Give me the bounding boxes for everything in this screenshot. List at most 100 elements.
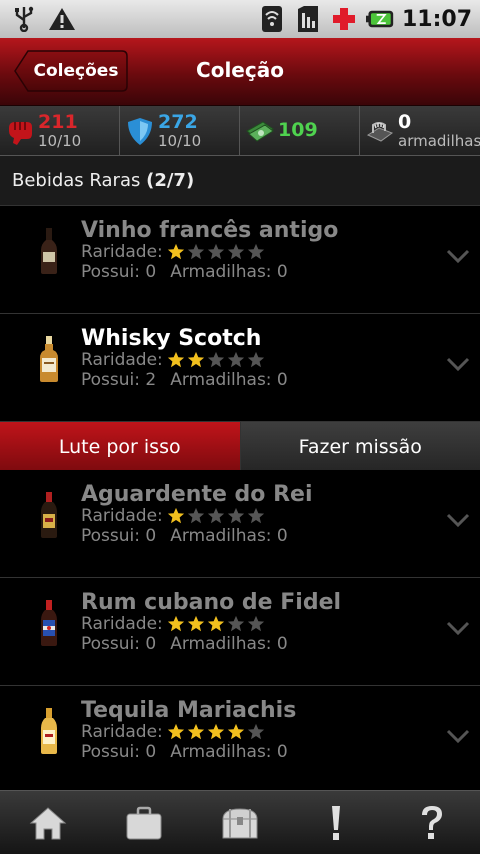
rum-bottle-icon [41, 600, 57, 646]
clock: 11:07 [401, 6, 472, 32]
item-name: Vinho francês antigo [81, 218, 339, 243]
trap-count: Armadilhas: 0 [170, 262, 288, 282]
star-empty-icon [187, 243, 204, 260]
chevron-down-icon[interactable] [446, 728, 470, 744]
star-empty-icon [247, 351, 264, 368]
stat-cash[interactable]: 109 [240, 106, 360, 155]
cash-value: 109 [278, 119, 318, 141]
rarity-stars [167, 723, 265, 741]
collection-label: Bebidas Raras [12, 170, 141, 191]
item-actions: Lute por isso Fazer missão [0, 422, 480, 472]
star-empty-icon [227, 243, 244, 260]
item-rarity: Raridade: [81, 350, 265, 370]
owned-count: Possui: 0 [81, 634, 157, 654]
tequila-bottle-icon [41, 708, 57, 754]
chevron-down-icon[interactable] [446, 248, 470, 264]
header-bar: Coleções Coleção [0, 38, 480, 106]
star-empty-icon [247, 615, 264, 632]
attack-sub: 10/10 [38, 131, 82, 150]
item-name: Whisky Scotch [81, 326, 262, 351]
list-item-rum[interactable]: Rum cubano de Fidel Raridade: Possui: 0 A… [0, 578, 480, 686]
star-empty-icon [207, 243, 224, 260]
owned-count: Possui: 2 [81, 370, 157, 390]
star-filled-icon [207, 615, 224, 632]
list-item-whisky[interactable]: Whisky Scotch Raridade: Possui: 2 Armadil… [0, 314, 480, 422]
exclamation-icon [332, 805, 340, 840]
star-filled-icon [187, 351, 204, 368]
list-item-vinho[interactable]: Vinho francês antigo Raridade: Possui: 0… [0, 206, 480, 314]
nav-help[interactable] [384, 791, 480, 854]
stat-defense[interactable]: 272 10/10 [120, 106, 240, 155]
rarity-stars [167, 507, 265, 525]
wifi-icon [258, 5, 286, 33]
star-empty-icon [227, 615, 244, 632]
home-icon [29, 806, 67, 839]
owned-count: Possui: 0 [81, 742, 157, 762]
battery-icon [365, 5, 394, 33]
nav-home[interactable] [0, 791, 96, 854]
item-rarity: Raridade: [81, 614, 265, 634]
chevron-down-icon[interactable] [446, 620, 470, 636]
mission-button[interactable]: Fazer missão [240, 422, 480, 472]
trap-icon [364, 115, 396, 147]
bottom-nav [0, 790, 480, 854]
owned-count: Possui: 0 [81, 262, 157, 282]
fight-button[interactable]: Lute por isso [0, 422, 241, 472]
list-item-aguardente[interactable]: Aguardente do Rei Raridade: Possui: 0 Arm… [0, 470, 480, 578]
stat-attack[interactable]: 211 10/10 [0, 106, 120, 155]
item-owned: Possui: 2 Armadilhas: 0 [81, 370, 288, 390]
item-owned: Possui: 0 Armadilhas: 0 [81, 526, 288, 546]
chest-icon [222, 807, 258, 838]
usb-icon [10, 5, 38, 33]
traps-sub: armadilhas [398, 131, 480, 150]
rarity-label: Raridade: [81, 506, 163, 526]
owned-count: Possui: 0 [81, 526, 157, 546]
star-filled-icon [187, 615, 204, 632]
star-filled-icon [167, 351, 184, 368]
chevron-down-icon[interactable] [446, 512, 470, 528]
list-item-tequila[interactable]: Tequila Mariachis Raridade: Possui: 0 Arm… [0, 686, 480, 794]
rarity-stars [167, 243, 265, 261]
rarity-label: Raridade: [81, 722, 163, 742]
nav-inventory[interactable] [192, 791, 288, 854]
item-name: Tequila Mariachis [81, 698, 297, 723]
star-filled-icon [167, 243, 184, 260]
item-name: Aguardente do Rei [81, 482, 313, 507]
briefcase-icon [126, 806, 162, 839]
trap-count: Armadilhas: 0 [170, 742, 288, 762]
defense-sub: 10/10 [158, 131, 202, 150]
item-rarity: Raridade: [81, 242, 265, 262]
chevron-down-icon[interactable] [446, 356, 470, 372]
star-empty-icon [247, 243, 264, 260]
rarity-stars [167, 615, 265, 633]
trap-count: Armadilhas: 0 [170, 526, 288, 546]
star-empty-icon [207, 351, 224, 368]
item-owned: Possui: 0 Armadilhas: 0 [81, 634, 288, 654]
item-owned: Possui: 0 Armadilhas: 0 [81, 742, 288, 762]
stat-traps[interactable]: 0 armadilhas [360, 106, 480, 155]
star-filled-icon [167, 615, 184, 632]
shield-icon [124, 115, 156, 147]
nav-jobs[interactable] [96, 791, 192, 854]
star-empty-icon [227, 507, 244, 524]
stats-bar: 211 10/10 272 10/10 109 0 armadilhas [0, 106, 480, 156]
star-filled-icon [207, 723, 224, 740]
rarity-label: Raridade: [81, 350, 163, 370]
traps-value: 0 [398, 110, 412, 133]
wine-bottle-icon [41, 228, 57, 274]
star-empty-icon [247, 507, 264, 524]
nav-alerts[interactable] [288, 791, 384, 854]
warning-icon [48, 5, 76, 33]
item-name: Rum cubano de Fidel [81, 590, 342, 615]
star-filled-icon [167, 507, 184, 524]
rarity-label: Raridade: [81, 614, 163, 634]
cash-icon [244, 115, 276, 147]
sim-icon [294, 5, 322, 33]
fist-icon [4, 115, 36, 147]
red-cross-icon [330, 5, 358, 33]
star-filled-icon [227, 723, 244, 740]
collection-count: (2/7) [146, 170, 195, 191]
item-rarity: Raridade: [81, 506, 265, 526]
trap-count: Armadilhas: 0 [170, 370, 288, 390]
question-icon [422, 805, 442, 839]
